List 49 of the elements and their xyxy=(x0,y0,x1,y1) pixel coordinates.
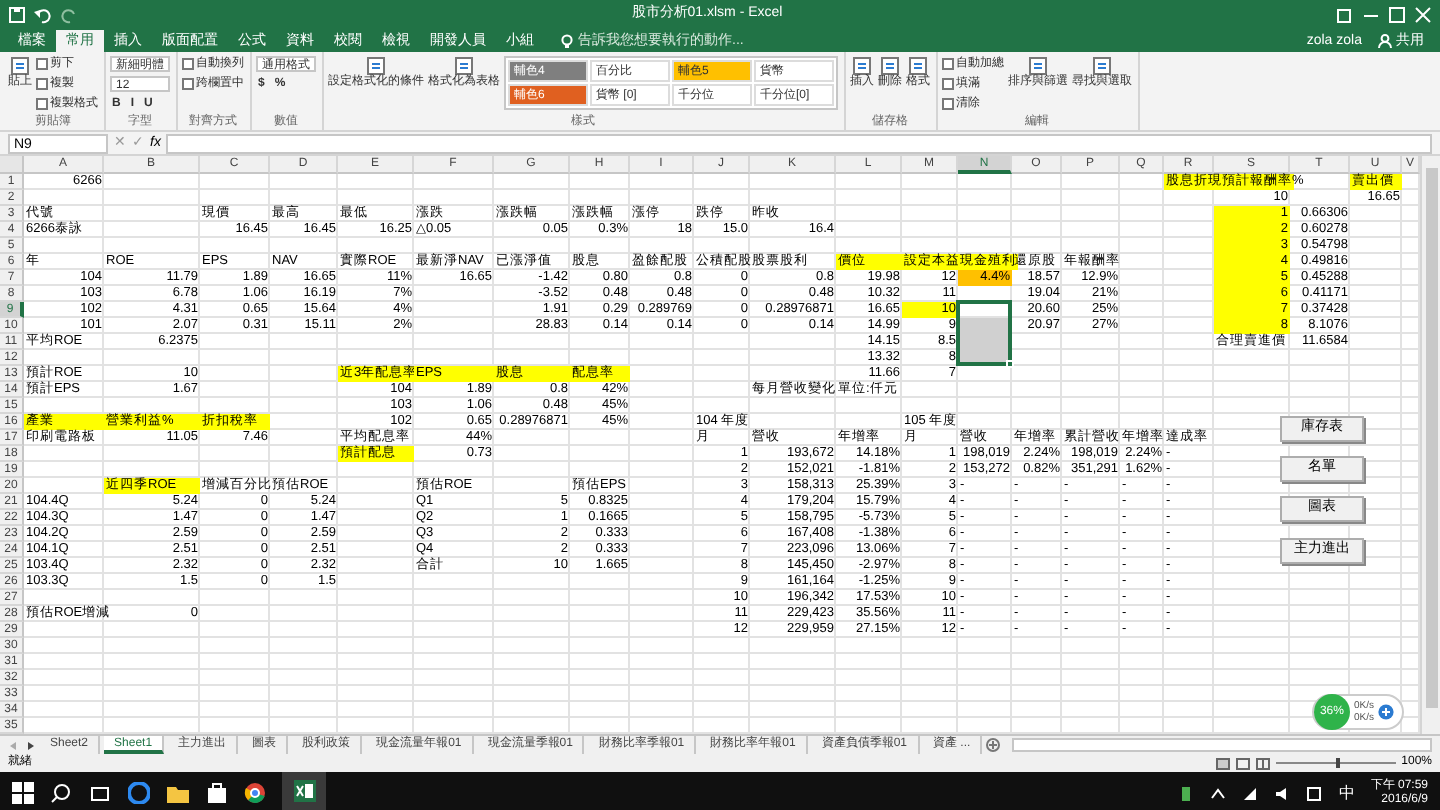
square-icon[interactable] xyxy=(182,58,194,70)
square-icon[interactable] xyxy=(36,98,48,110)
chevron-up-icon[interactable] xyxy=(1210,785,1227,801)
sheet-icon[interactable] xyxy=(852,56,872,76)
slider-thumb[interactable] xyxy=(1335,758,1340,768)
sheet-icon[interactable] xyxy=(908,56,928,76)
person-icon[interactable] xyxy=(1378,34,1392,48)
input-method-indicator[interactable]: 中 xyxy=(1338,781,1355,805)
chrome-icon[interactable] xyxy=(244,782,266,804)
windows-logo-icon[interactable] xyxy=(12,782,34,804)
search-icon[interactable] xyxy=(50,782,72,804)
square-icon[interactable] xyxy=(942,98,954,110)
notification-icon[interactable] xyxy=(1306,785,1323,801)
shopping-bag-icon[interactable] xyxy=(206,782,228,804)
formula-field[interactable] xyxy=(166,133,1432,153)
speaker-icon[interactable] xyxy=(1274,785,1291,801)
close-icon[interactable] xyxy=(1414,5,1432,23)
sheet-icon[interactable] xyxy=(1092,56,1112,76)
lightbulb-icon[interactable] xyxy=(560,34,574,48)
page-layout-icon[interactable] xyxy=(1235,757,1250,769)
network-icon[interactable] xyxy=(1242,785,1259,801)
scroll-thumb[interactable] xyxy=(1425,168,1437,708)
plus-icon[interactable] xyxy=(1378,704,1394,720)
add-sheet-icon[interactable] xyxy=(986,738,1001,752)
sheet-icon[interactable] xyxy=(10,56,30,76)
maximize-icon[interactable] xyxy=(1388,5,1406,23)
sheet-icon[interactable] xyxy=(880,56,900,76)
restore-icon[interactable] xyxy=(1336,5,1354,23)
vertical-scrollbar[interactable] xyxy=(1420,156,1440,734)
folder-icon[interactable] xyxy=(166,783,190,803)
square-icon[interactable] xyxy=(36,58,48,70)
sheet-icon[interactable] xyxy=(454,56,474,76)
task-view-icon[interactable] xyxy=(88,783,112,803)
square-icon[interactable] xyxy=(942,58,954,70)
save-icon[interactable] xyxy=(8,5,26,23)
horizontal-scrollbar[interactable] xyxy=(1012,738,1432,752)
browser-icon[interactable] xyxy=(128,782,150,804)
spreadsheet-icon xyxy=(293,780,315,802)
square-icon[interactable] xyxy=(182,78,194,90)
square-icon[interactable] xyxy=(36,78,48,90)
taskbar-button[interactable] xyxy=(282,772,326,810)
square-icon[interactable] xyxy=(942,78,954,90)
redo-icon[interactable] xyxy=(60,5,78,23)
sheet-icon[interactable] xyxy=(1028,56,1048,76)
page-break-icon[interactable] xyxy=(1255,757,1270,769)
fill-handle[interactable] xyxy=(1006,360,1014,368)
normal-view-icon[interactable] xyxy=(1215,757,1230,769)
sheet-icon[interactable] xyxy=(366,56,386,76)
undo-icon[interactable] xyxy=(34,5,52,23)
